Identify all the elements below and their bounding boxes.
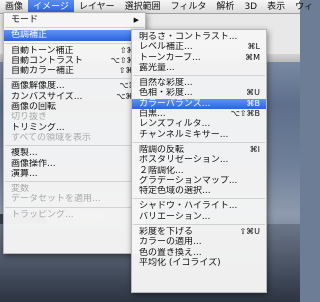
menu-item[interactable]: ポスタリゼーション... — [132, 155, 266, 165]
submenu-arrow-icon: ▶ — [133, 16, 139, 24]
menu-item-shortcut: ⇧⌘U — [239, 227, 260, 237]
menu-item-shortcut: ⌘I — [249, 144, 260, 154]
menu-item[interactable]: ２階調化... — [132, 166, 266, 176]
menu-item[interactable]: モード ▶ — [4, 15, 145, 25]
menu-item-label: 彩度を下げる — [139, 227, 194, 238]
menu-item-label: 複製... — [11, 148, 38, 159]
menu-item-label: ポスタリゼーション... — [139, 155, 229, 166]
menu-item-label: 階調の反転 — [139, 144, 185, 155]
menu-item-label: チャンネルミキサー... — [139, 129, 229, 140]
menu-item-shortcut: ⌘M — [245, 52, 260, 62]
menu-item[interactable]: グラデーションマップ... — [132, 176, 266, 186]
menu-item[interactable]: バリエーション... — [132, 212, 266, 222]
menu-item-label: トラッピング... — [11, 209, 74, 220]
menu-item[interactable]: 露光量... — [132, 63, 266, 73]
menu-item[interactable]: 色の置き換え... — [132, 248, 266, 258]
adjustments-submenu: 明るさ・コントラスト... レベル補正... ⌘L トーンカーブ... ⌘M 露光量...… — [131, 29, 267, 293]
menu-item[interactable]: レベル補正... ⌘L — [132, 42, 266, 52]
menu-item-label: グラデーションマップ... — [139, 175, 238, 186]
menu-item-label: レベル補正... — [139, 42, 193, 53]
menu-item-label: 自然な彩度... — [139, 78, 193, 89]
menu-item-label: 露光量... — [139, 62, 175, 73]
menu-item[interactable]: 平均化 (イコライズ) — [132, 258, 266, 268]
menu-item[interactable]: 自動トーン補正 ⇧⌘L — [4, 46, 145, 56]
menu-item-shortcut: ⌘U — [246, 88, 260, 98]
menu-item: 変数▶ — [4, 184, 145, 194]
menu-item[interactable]: 彩度を下げる ⇧⌘U — [132, 227, 266, 237]
menu-item-label: 自動カラー補正 — [11, 66, 75, 77]
menu-item-label: 色相・彩度... — [139, 88, 193, 99]
menu-item-label: 色調補正 — [11, 30, 48, 41]
menu-item-label: 画像の回転 — [11, 102, 57, 113]
menubar-item-8[interactable]: ウィ — [290, 0, 318, 14]
menu-item: すべての領域を表示 — [4, 133, 145, 143]
menu-item[interactable]: 画像操作... — [4, 159, 145, 169]
menu-item[interactable]: トーンカーブ... ⌘M — [132, 53, 266, 63]
menu-item: データセットを適用... — [4, 194, 145, 204]
menu-item[interactable]: 自然な彩度... — [132, 78, 266, 88]
menu-item-label: すべての領域を表示 — [11, 132, 92, 143]
menu-item-label: 演算... — [11, 168, 38, 179]
menu-item-label: シャドウ・ハイライト... — [139, 201, 238, 212]
menubar-item-7[interactable]: 表示 — [262, 0, 290, 14]
menu-item-shortcut: ⌥⇧⌘B — [230, 109, 260, 119]
menu-item: トラッピング... — [4, 210, 145, 220]
menu-item[interactable]: カラーの適用... — [132, 237, 266, 247]
menu-item-label: ２階調化... — [139, 165, 184, 176]
menu-item[interactable]: 自動カラー補正 ⇧⌘B — [4, 66, 145, 76]
menu-item-label: カラーの適用... — [139, 237, 202, 248]
menu-item[interactable]: カンバスサイズ... ⌥⌘C — [4, 92, 145, 102]
menu-item[interactable]: 画像解像度... ⌥⌘I — [4, 81, 145, 91]
menu-item-label: 画像操作... — [11, 158, 56, 169]
menu-item[interactable]: カラーバランス... ⌘B — [132, 98, 266, 110]
menu-item-label: レンズフィルタ... — [139, 119, 211, 130]
menu-item-label: 明るさ・コントラスト... — [139, 32, 238, 42]
menubar-item-4[interactable]: フィルタ — [166, 0, 212, 14]
menu-item-label: カンバスサイズ... — [11, 91, 83, 102]
menu-item-label: 自動コントラスト — [11, 55, 83, 66]
menu-item[interactable]: 自動コントラスト ⌥⇧⌘L — [4, 56, 145, 66]
menu-item[interactable]: 色調補正▶ — [4, 30, 145, 41]
menu-item-label: バリエーション... — [139, 211, 211, 222]
menu-item[interactable]: 白黒... ⌥⇧⌘B — [132, 109, 266, 119]
menu-item-label: 白黒... — [139, 109, 166, 120]
menu-item-label: 切り抜き — [11, 112, 48, 123]
menu-item-label: トリミング... — [11, 122, 65, 133]
menu-item-label: 自動トーン補正 — [11, 45, 74, 56]
menu-item[interactable]: 階調の反転 ⌘I — [132, 145, 266, 155]
image-menu: モード ▶ 色調補正▶ 自動トーン補正⇧⌘L自動コントラスト⌥⇧⌘L自動カラー補正⇧⌘… — [3, 12, 146, 254]
menu-item[interactable]: 色相・彩度... ⌘U — [132, 88, 266, 98]
menu-item[interactable]: シャドウ・ハイライト... — [132, 201, 266, 211]
menubar-item-6[interactable]: 3D — [239, 0, 262, 14]
menu-item-label: 特定色域の選択... — [139, 186, 211, 197]
menu-item-label: 平均化 (イコライズ) — [139, 257, 221, 268]
menu-item-label: カラーバランス... — [139, 98, 211, 109]
menu-item-label: トーンカーブ... — [139, 52, 201, 63]
menu-item-label: データセットを適用... — [11, 194, 101, 205]
menu-item-label: 変数 — [11, 184, 30, 195]
menu-item[interactable]: 演算... — [4, 169, 145, 179]
menu-item[interactable]: チャンネルミキサー... — [132, 130, 266, 140]
menu-item-shortcut: ⌘L — [247, 42, 260, 52]
menu-item[interactable]: トリミング... — [4, 123, 145, 133]
menu-item[interactable]: 特定色域の選択... — [132, 186, 266, 196]
menu-item-label: モード — [11, 15, 39, 25]
menu-item[interactable]: 複製... — [4, 148, 145, 158]
menu-item[interactable]: 画像の回転▶ — [4, 102, 145, 112]
menu-item: 切り抜き — [4, 112, 145, 122]
menu-item[interactable]: レンズフィルタ... — [132, 119, 266, 129]
menu-item[interactable]: 明るさ・コントラスト... — [132, 32, 266, 42]
menu-item-label: 色の置き換え... — [139, 247, 202, 258]
menu-item-shortcut: ⌘B — [246, 98, 261, 108]
menubar-item-5[interactable]: 解析 — [211, 0, 239, 14]
menu-item-label: 画像解像度... — [11, 81, 65, 92]
